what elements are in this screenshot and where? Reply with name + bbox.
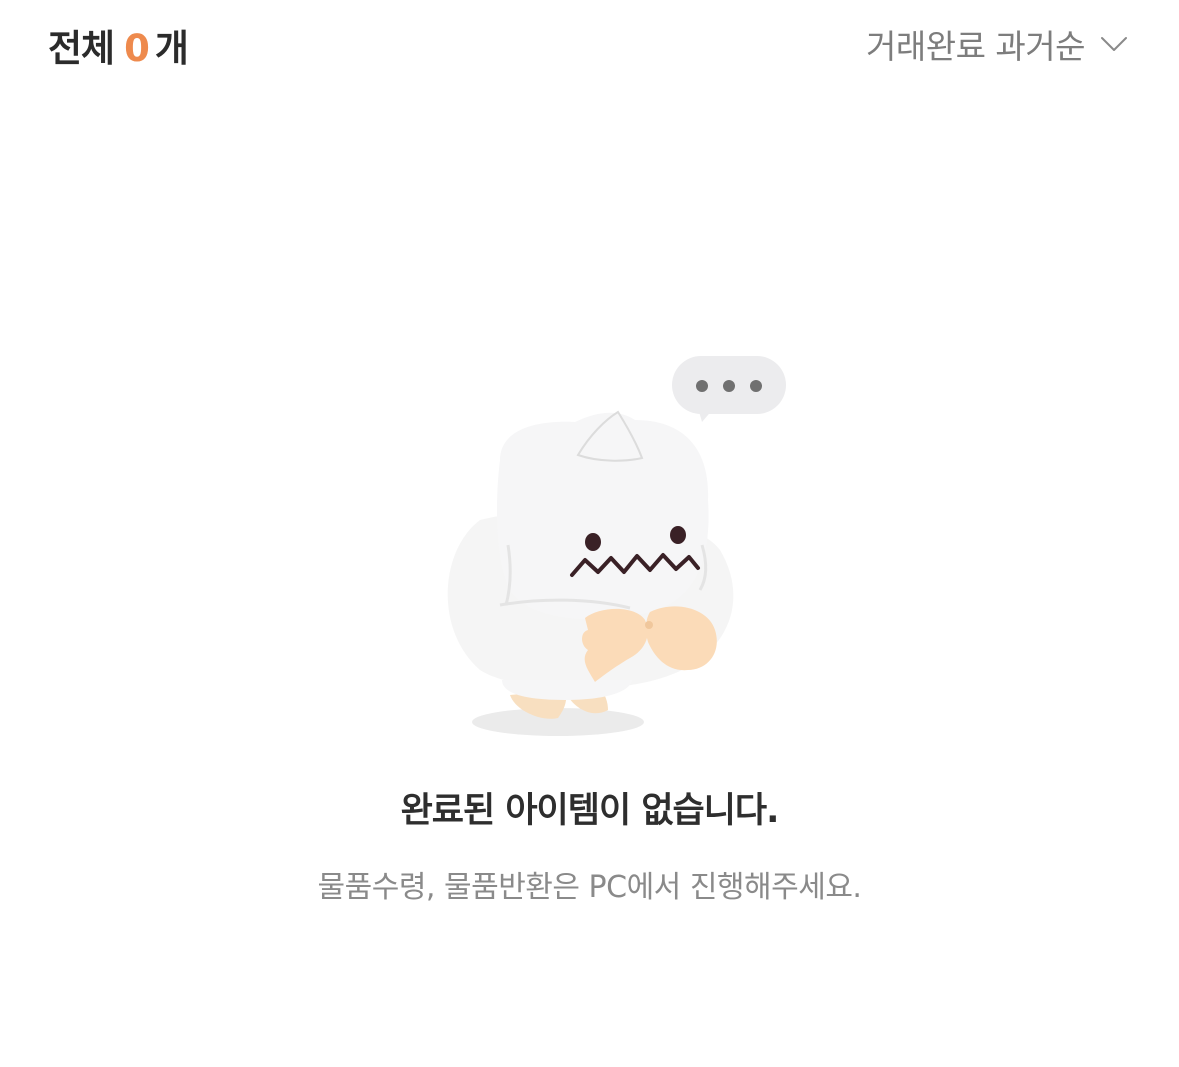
empty-state-illustration <box>447 356 786 736</box>
ghost-character <box>447 410 734 719</box>
total-count: 0 <box>124 27 150 70</box>
empty-state-subtitle: 물품수령, 물품반환은 PC에서 진행해주세요. <box>317 870 862 905</box>
total-label: 전체 <box>48 27 115 70</box>
total-unit: 개 <box>154 27 189 70</box>
sort-dropdown[interactable]: 거래완료 과거순 <box>866 20 1127 68</box>
completed-items-page: 전체 0 개 거래완료 과거순 완료된 아이템이 없습니다. 물품수령, 물품반… <box>0 0 1179 1067</box>
empty-state-title: 완료된 아이템이 없습니다. <box>400 791 780 831</box>
chevron-down-icon <box>1101 37 1127 51</box>
list-header: 전체 0 개 거래완료 과거순 <box>0 0 1179 84</box>
sort-label: 거래완료 과거순 <box>865 27 1086 66</box>
total-count-label: 전체 0 개 <box>48 18 189 72</box>
speech-bubble-icon <box>672 356 786 422</box>
